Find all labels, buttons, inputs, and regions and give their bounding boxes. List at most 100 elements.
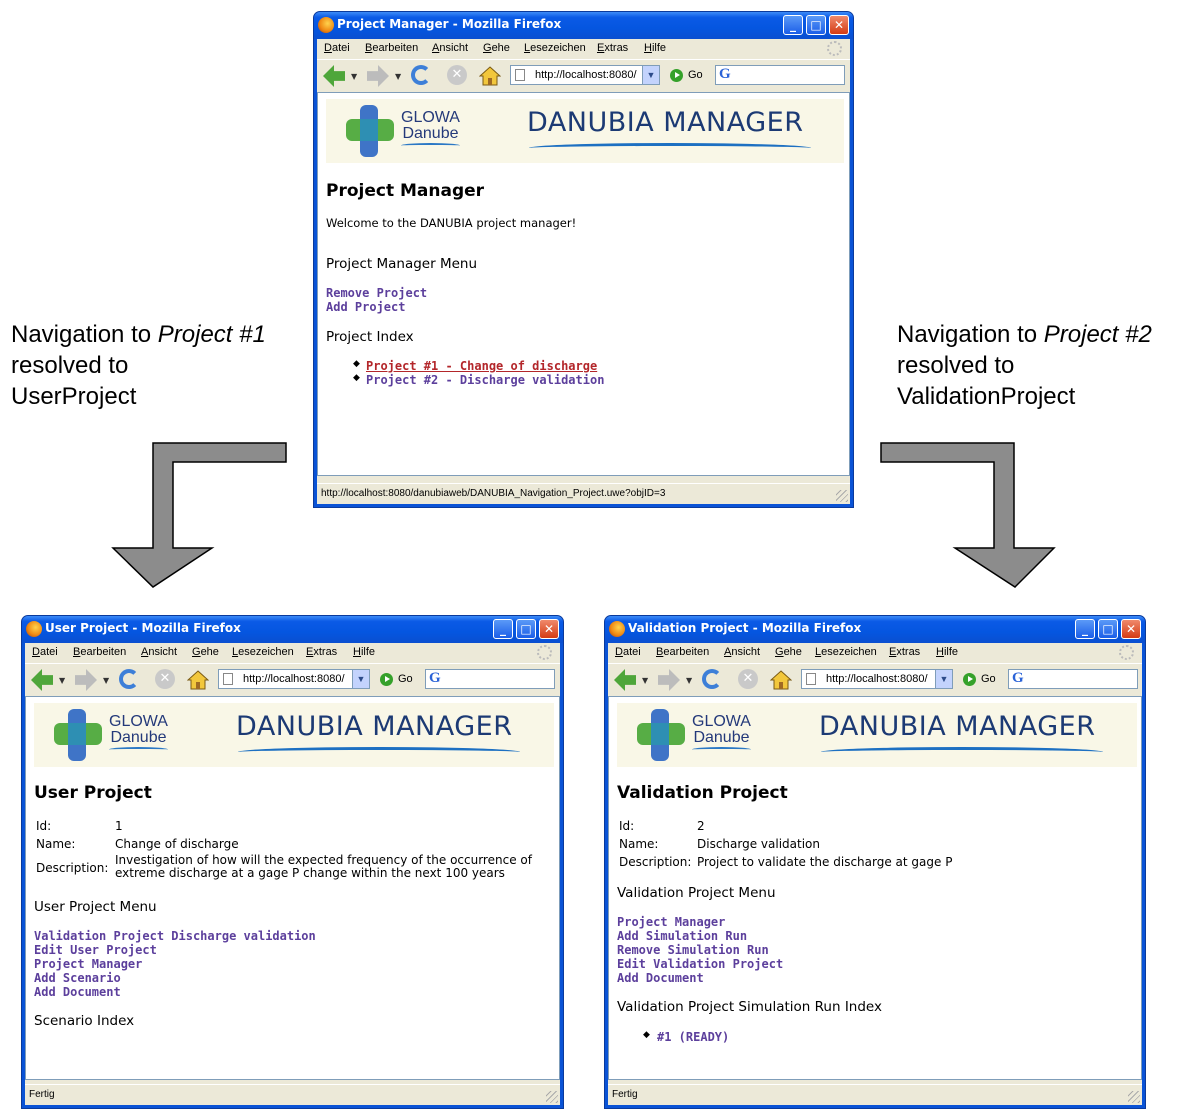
back-dropdown-icon[interactable]: ▼: [351, 72, 357, 81]
firefox-icon: [26, 621, 42, 637]
menu-hilfe[interactable]: Hilfe: [644, 42, 666, 54]
remove-simulation-run-link[interactable]: Remove Simulation Run: [617, 943, 769, 957]
search-box[interactable]: G: [425, 669, 555, 689]
home-icon[interactable]: [187, 669, 209, 691]
forward-dropdown-icon[interactable]: ▼: [103, 676, 109, 685]
url-dropdown-icon[interactable]: ▼: [352, 670, 369, 688]
menu-lesezeichen[interactable]: Lesezeichen: [524, 42, 586, 54]
close-icon[interactable]: ✕: [1121, 619, 1141, 639]
caption-right: Navigation to Project #2 resolved to Val…: [897, 319, 1152, 412]
minimize-icon[interactable]: _: [783, 15, 803, 35]
menu-gehe[interactable]: Gehe: [192, 646, 219, 658]
menu-ansicht[interactable]: Ansicht: [141, 646, 177, 658]
menu-ansicht[interactable]: Ansicht: [432, 42, 468, 54]
title-bar: Validation Project - Mozilla Firefox _ □…: [605, 616, 1145, 643]
firefox-icon: [318, 17, 334, 33]
go-icon[interactable]: [963, 673, 976, 686]
validation-project-link[interactable]: Validation Project Discharge validation: [34, 929, 316, 943]
bullet-icon: ◆: [643, 1030, 650, 1040]
menu-datei[interactable]: Datei: [615, 646, 641, 658]
welcome-text: Welcome to the DANUBIA project manager!: [326, 216, 577, 230]
add-project-link[interactable]: Add Project: [326, 300, 405, 314]
back-icon[interactable]: [31, 669, 53, 691]
reload-icon[interactable]: [119, 669, 139, 689]
menu-bearbeiten[interactable]: Bearbeiten: [365, 42, 418, 54]
forward-icon[interactable]: [658, 669, 680, 691]
go-button[interactable]: Go: [981, 673, 996, 685]
menu-datei[interactable]: Datei: [32, 646, 58, 658]
reload-icon[interactable]: [411, 65, 431, 85]
menu-gehe[interactable]: Gehe: [483, 42, 510, 54]
go-icon[interactable]: [380, 673, 393, 686]
back-dropdown-icon[interactable]: ▼: [59, 676, 65, 685]
back-dropdown-icon[interactable]: ▼: [642, 676, 648, 685]
stop-icon[interactable]: ✕: [155, 669, 175, 689]
home-icon[interactable]: [479, 65, 501, 87]
menu-hilfe[interactable]: Hilfe: [353, 646, 375, 658]
field-name-value: Discharge validation: [697, 837, 820, 851]
project-2-link[interactable]: Project #2 - Discharge validation: [366, 373, 604, 387]
menu-gehe[interactable]: Gehe: [775, 646, 802, 658]
menu-datei[interactable]: Datei: [324, 42, 350, 54]
forward-dropdown-icon[interactable]: ▼: [395, 72, 401, 81]
window-title: User Project - Mozilla Firefox: [45, 621, 241, 635]
add-scenario-link[interactable]: Add Scenario: [34, 971, 121, 985]
menu-extras[interactable]: Extras: [306, 646, 337, 658]
stop-icon[interactable]: ✕: [447, 65, 467, 85]
search-box[interactable]: G: [1008, 669, 1138, 689]
add-document-link[interactable]: Add Document: [34, 985, 121, 999]
go-button[interactable]: Go: [398, 673, 413, 685]
field-name-label: Name:: [36, 837, 76, 851]
menu-lesezeichen[interactable]: Lesezeichen: [815, 646, 877, 658]
minimize-icon[interactable]: _: [1075, 619, 1095, 639]
url-dropdown-icon[interactable]: ▼: [935, 670, 952, 688]
home-icon[interactable]: [770, 669, 792, 691]
back-icon[interactable]: [614, 669, 636, 691]
field-id-value: 2: [697, 819, 705, 833]
edit-user-project-link[interactable]: Edit User Project: [34, 943, 157, 957]
close-icon[interactable]: ✕: [539, 619, 559, 639]
menu-hilfe[interactable]: Hilfe: [936, 646, 958, 658]
search-box[interactable]: G: [715, 65, 845, 85]
firefox-icon: [609, 621, 625, 637]
maximize-icon[interactable]: □: [806, 15, 826, 35]
stop-icon[interactable]: ✕: [738, 669, 758, 689]
edit-validation-project-link[interactable]: Edit Validation Project: [617, 957, 783, 971]
url-bar[interactable]: http://localhost:8080/ ▼: [801, 669, 953, 689]
project-manager-link[interactable]: Project Manager: [617, 915, 725, 929]
url-bar[interactable]: http://localhost:8080/ ▼: [510, 65, 660, 85]
reload-icon[interactable]: [702, 669, 722, 689]
resize-grip-icon[interactable]: [836, 490, 848, 502]
forward-icon[interactable]: [367, 65, 389, 87]
bullet-icon: ◆: [353, 359, 360, 369]
resize-grip-icon[interactable]: [546, 1091, 558, 1103]
go-icon[interactable]: [670, 69, 683, 82]
minimize-icon[interactable]: _: [493, 619, 513, 639]
menu-bar: Datei Bearbeiten Ansicht Gehe Lesezeiche…: [25, 643, 560, 663]
project-1-link[interactable]: Project #1 - Change of discharge: [366, 359, 597, 373]
resize-grip-icon[interactable]: [1128, 1091, 1140, 1103]
add-document-link[interactable]: Add Document: [617, 971, 704, 985]
url-dropdown-icon[interactable]: ▼: [642, 66, 659, 84]
status-bar: Fertig: [608, 1084, 1142, 1105]
add-simulation-run-link[interactable]: Add Simulation Run: [617, 929, 747, 943]
menu-bearbeiten[interactable]: Bearbeiten: [656, 646, 709, 658]
menu-ansicht[interactable]: Ansicht: [724, 646, 760, 658]
go-button[interactable]: Go: [688, 69, 703, 81]
menu-bearbeiten[interactable]: Bearbeiten: [73, 646, 126, 658]
forward-icon[interactable]: [75, 669, 97, 691]
window-title: Project Manager - Mozilla Firefox: [337, 17, 562, 31]
close-icon[interactable]: ✕: [829, 15, 849, 35]
forward-dropdown-icon[interactable]: ▼: [686, 676, 692, 685]
back-icon[interactable]: [323, 65, 345, 87]
menu-extras[interactable]: Extras: [889, 646, 920, 658]
remove-project-link[interactable]: Remove Project: [326, 286, 427, 300]
menu-extras[interactable]: Extras: [597, 42, 628, 54]
simulation-run-1-link[interactable]: #1 (READY): [657, 1030, 729, 1044]
url-bar[interactable]: http://localhost:8080/ ▼: [218, 669, 370, 689]
menu-lesezeichen[interactable]: Lesezeichen: [232, 646, 294, 658]
maximize-icon[interactable]: □: [516, 619, 536, 639]
project-manager-link[interactable]: Project Manager: [34, 957, 142, 971]
banner-title: DANUBIA MANAGER: [236, 711, 513, 742]
maximize-icon[interactable]: □: [1098, 619, 1118, 639]
